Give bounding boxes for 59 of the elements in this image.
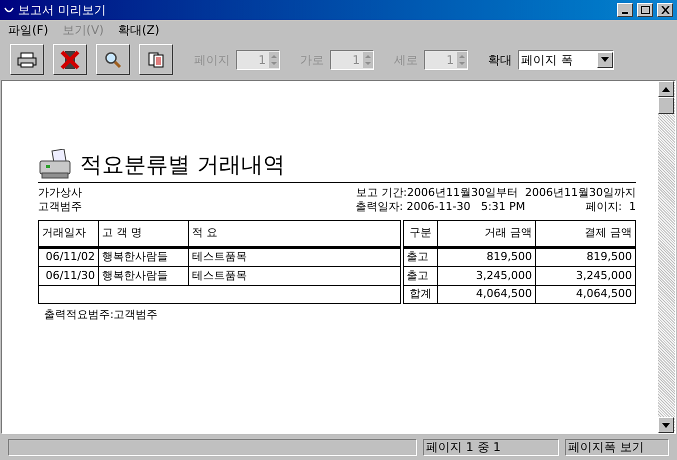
vertical-scrollbar[interactable] [658,81,675,433]
up-arrow-icon [662,86,670,92]
category-text: 고객범주 [38,200,82,214]
printer-icon [17,52,37,68]
footer-text: 출력적요범주:고객범주 [43,307,159,323]
column-header: 거래 금액 [438,220,536,248]
menu-item[interactable]: 확대(Z) [118,20,160,38]
column-header: 구분 [402,220,438,248]
window-title: 보고서 미리보기 [18,2,107,19]
magnifier-icon [104,50,122,68]
table-cell: 819,500 [536,248,636,266]
table-cell: 06/11/02 [38,248,98,266]
down-arrow-icon [662,422,670,428]
maximize-icon [640,6,650,14]
down-arrow-icon [601,57,609,62]
pages-icon [148,52,164,68]
app-icon [4,6,14,14]
spin-arrows-icon [457,52,467,68]
report-title: 적요분류별 거래내역 [80,153,285,179]
column-header: 고 객 명 [98,220,188,248]
table-cell: 테스트품목 [188,266,402,286]
total-label: 합계 [402,286,438,304]
table-cell: 행복한사람들 [98,248,188,266]
scroll-up-button[interactable] [658,81,674,97]
spin-arrows-icon [363,52,373,68]
status-panel: 페이지 1 중 1 [423,438,559,456]
toolbar-button[interactable] [96,44,130,75]
total-amount: 4,064,500 [438,286,536,304]
menu-item[interactable]: 파일(F) [8,20,48,38]
total-settled: 4,064,500 [536,286,636,304]
cross-icon [60,48,80,70]
toolbar-button[interactable] [53,44,87,75]
maximize-button[interactable] [637,3,653,17]
close-icon [660,6,670,14]
toolbar-button[interactable] [139,44,173,75]
page-number: 페이지: 1 [585,200,636,214]
column-header: 거래일자 [38,220,98,248]
table-cell: 819,500 [438,248,536,266]
company-name: 가가상사 [38,186,82,200]
zoom-dropdown[interactable]: 페이지 폭 [518,50,614,70]
column-header: 결제 금액 [536,220,636,248]
zoom-label: 확대 [488,52,512,68]
table-cell: 06/11/30 [38,266,98,286]
table-cell: 출고 [402,266,438,286]
status-panel: 페이지폭 보기 [565,438,669,456]
table-cell: 출고 [402,248,438,266]
minimize-button[interactable] [617,3,633,17]
close-button[interactable] [657,3,673,17]
scroll-thumb[interactable] [658,97,674,114]
table-cell: 3,245,000 [536,266,636,286]
table-cell: 3,245,000 [438,266,536,286]
toolbar-button[interactable] [10,44,44,75]
table-cell: 테스트품목 [188,248,402,266]
report-period: 보고 기간:2006년11월30일부터 2006년11월30일까지 [356,186,636,200]
spin-arrows-icon [269,52,279,68]
table-cell: 행복한사람들 [98,266,188,286]
printed-date: 출력일자: 2006-11-30 5:31 PM [355,200,526,214]
scroll-down-button[interactable] [658,417,674,433]
column-header: 적 요 [188,220,402,248]
